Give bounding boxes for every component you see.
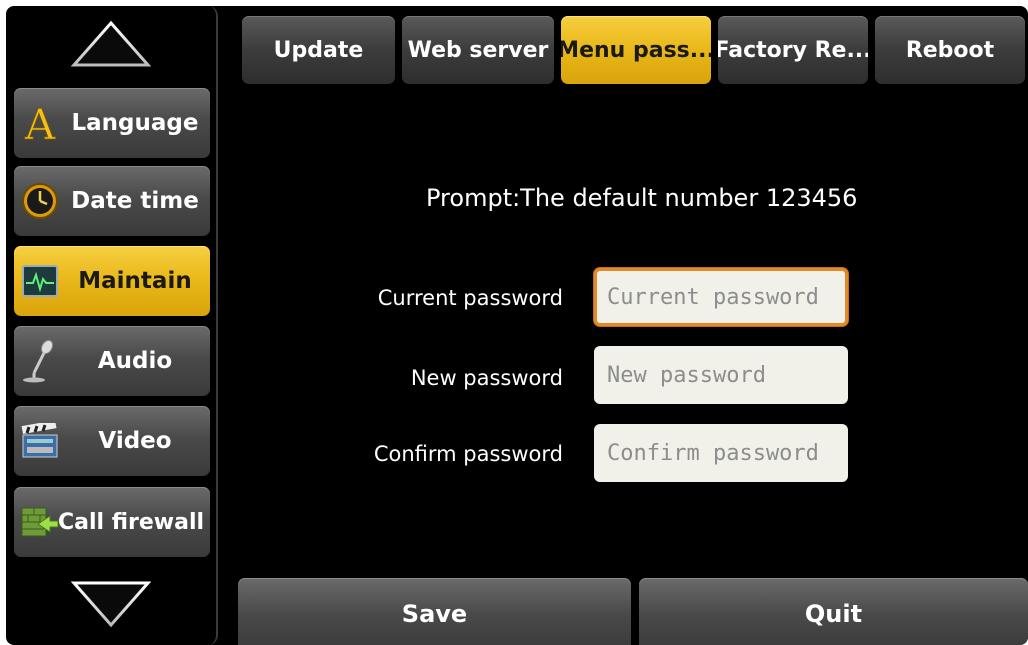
prompt-text: Prompt:The default number 123456	[426, 184, 858, 212]
sidebar-item-label: Video	[98, 428, 172, 454]
sidebar-item-label: Call firewall	[58, 509, 205, 535]
current-password-label: Current password	[377, 286, 563, 310]
sidebar-item-maintain[interactable]: Maintain	[14, 246, 210, 316]
sidebar-item-call-firewall[interactable]: Call firewall	[14, 487, 210, 557]
tab-factory-reset[interactable]: Factory Re...	[718, 16, 868, 84]
triangle-down-icon	[71, 581, 151, 628]
monitor-pulse-icon	[20, 259, 60, 303]
sidebar-item-label: Language	[71, 110, 199, 136]
confirm-password-input[interactable]	[594, 424, 848, 482]
letter-a-icon: A	[20, 101, 60, 145]
confirm-password-label: Confirm password	[373, 442, 563, 466]
sidebar-item-date-time[interactable]: Date time	[14, 166, 210, 236]
quit-button[interactable]: Quit	[639, 578, 1028, 645]
triangle-up-icon	[71, 20, 151, 67]
scroll-up-button[interactable]	[6, 8, 216, 80]
tab-web-server[interactable]: Web server	[402, 16, 554, 84]
current-password-input[interactable]	[594, 268, 848, 326]
new-password-label: New password	[410, 366, 563, 390]
tab-reboot[interactable]: Reboot	[875, 16, 1025, 84]
sidebar: A Language Date time Maintain Audio Vide…	[6, 6, 218, 645]
new-password-input[interactable]	[594, 346, 848, 404]
phone-screen: A Language Date time Maintain Audio Vide…	[6, 6, 1028, 645]
sidebar-item-video[interactable]: Video	[14, 406, 210, 476]
scroll-down-button[interactable]	[6, 568, 216, 640]
sidebar-item-language[interactable]: A Language	[14, 88, 210, 158]
sidebar-item-label: Date time	[71, 188, 199, 214]
clock-icon	[20, 179, 60, 223]
sidebar-item-audio[interactable]: Audio	[14, 326, 210, 396]
tab-update[interactable]: Update	[242, 16, 395, 84]
save-button[interactable]: Save	[238, 578, 631, 645]
svg-text:A: A	[24, 101, 56, 145]
sidebar-item-label: Maintain	[78, 268, 192, 294]
firewall-icon	[20, 500, 60, 544]
microphone-icon	[20, 339, 60, 383]
sidebar-item-label: Audio	[97, 348, 173, 374]
clapperboard-icon	[20, 419, 60, 463]
tab-menu-password[interactable]: Menu pass...	[561, 16, 711, 84]
